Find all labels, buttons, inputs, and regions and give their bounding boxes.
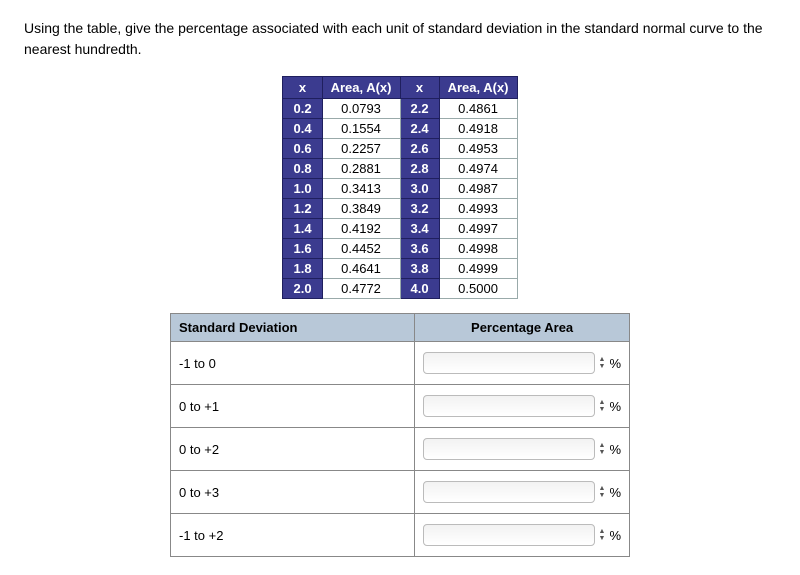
area-a1: 0.1554 — [322, 119, 400, 139]
area-a1: 0.3413 — [322, 179, 400, 199]
area-a1: 0.4772 — [322, 279, 400, 299]
area-x2: 2.6 — [400, 139, 439, 159]
area-x2: 2.2 — [400, 99, 439, 119]
sd-range-label: 0 to +1 — [171, 385, 415, 428]
area-table-row: 1.80.46413.80.4999 — [283, 259, 517, 279]
area-table-row: 2.00.47724.00.5000 — [283, 279, 517, 299]
area-x2: 3.6 — [400, 239, 439, 259]
area-table-row: 0.40.15542.40.4918 — [283, 119, 517, 139]
area-table-row: 1.20.38493.20.4993 — [283, 199, 517, 219]
stepper-icon[interactable]: ▲▼ — [599, 442, 606, 456]
area-a2: 0.4918 — [439, 119, 517, 139]
area-x1: 0.8 — [283, 159, 322, 179]
area-x1: 1.6 — [283, 239, 322, 259]
area-x2: 3.2 — [400, 199, 439, 219]
area-a2: 0.4997 — [439, 219, 517, 239]
area-lookup-table: x Area, A(x) x Area, A(x) 0.20.07932.20.… — [282, 76, 517, 299]
stepper-icon[interactable]: ▲▼ — [599, 485, 606, 499]
answer-row: -1 to +2 ▲▼% — [171, 514, 630, 557]
sd-range-label: 0 to +3 — [171, 471, 415, 514]
percentage-input[interactable] — [423, 352, 594, 374]
sd-range-label: -1 to 0 — [171, 342, 415, 385]
stepper-icon[interactable]: ▲▼ — [599, 528, 606, 542]
area-table-row: 0.80.28812.80.4974 — [283, 159, 517, 179]
percentage-input[interactable] — [423, 524, 594, 546]
area-x1: 1.0 — [283, 179, 322, 199]
area-a1: 0.4452 — [322, 239, 400, 259]
percentage-input[interactable] — [423, 481, 594, 503]
area-a1: 0.2881 — [322, 159, 400, 179]
area-table-header-a1: Area, A(x) — [322, 77, 400, 99]
area-a2: 0.4861 — [439, 99, 517, 119]
sd-range-label: 0 to +2 — [171, 428, 415, 471]
area-x1: 0.2 — [283, 99, 322, 119]
area-a2: 0.4993 — [439, 199, 517, 219]
percent-unit: % — [609, 442, 621, 457]
stepper-icon[interactable]: ▲▼ — [599, 399, 606, 413]
answer-table: Standard Deviation Percentage Area -1 to… — [170, 313, 630, 557]
percent-unit: % — [609, 528, 621, 543]
answer-row: -1 to 0 ▲▼% — [171, 342, 630, 385]
sd-range-label: -1 to +2 — [171, 514, 415, 557]
area-x2: 4.0 — [400, 279, 439, 299]
area-x2: 3.0 — [400, 179, 439, 199]
area-table-row: 0.20.07932.20.4861 — [283, 99, 517, 119]
answer-row: 0 to +1 ▲▼% — [171, 385, 630, 428]
area-x2: 3.4 — [400, 219, 439, 239]
area-table-header-a2: Area, A(x) — [439, 77, 517, 99]
area-a1: 0.3849 — [322, 199, 400, 219]
area-table-header-x1: x — [283, 77, 322, 99]
area-a2: 0.4999 — [439, 259, 517, 279]
area-table-row: 1.40.41923.40.4997 — [283, 219, 517, 239]
area-a2: 0.4987 — [439, 179, 517, 199]
area-table-row: 0.60.22572.60.4953 — [283, 139, 517, 159]
stepper-icon[interactable]: ▲▼ — [599, 356, 606, 370]
area-table-header-x2: x — [400, 77, 439, 99]
answer-row: 0 to +2 ▲▼% — [171, 428, 630, 471]
area-x1: 1.2 — [283, 199, 322, 219]
area-a2: 0.4998 — [439, 239, 517, 259]
area-a1: 0.4641 — [322, 259, 400, 279]
area-a1: 0.2257 — [322, 139, 400, 159]
area-a1: 0.4192 — [322, 219, 400, 239]
area-x1: 0.4 — [283, 119, 322, 139]
area-a2: 0.4953 — [439, 139, 517, 159]
area-a1: 0.0793 — [322, 99, 400, 119]
percent-unit: % — [609, 356, 621, 371]
area-a2: 0.5000 — [439, 279, 517, 299]
question-text: Using the table, give the percentage ass… — [24, 18, 776, 60]
area-x1: 0.6 — [283, 139, 322, 159]
percentage-input[interactable] — [423, 438, 594, 460]
area-x2: 2.4 — [400, 119, 439, 139]
percentage-input[interactable] — [423, 395, 594, 417]
answer-header-pa: Percentage Area — [415, 314, 630, 342]
area-a2: 0.4974 — [439, 159, 517, 179]
area-table-row: 1.60.44523.60.4998 — [283, 239, 517, 259]
percent-unit: % — [609, 399, 621, 414]
percent-unit: % — [609, 485, 621, 500]
area-x1: 1.4 — [283, 219, 322, 239]
area-x1: 2.0 — [283, 279, 322, 299]
answer-header-sd: Standard Deviation — [171, 314, 415, 342]
answer-row: 0 to +3 ▲▼% — [171, 471, 630, 514]
area-table-row: 1.00.34133.00.4987 — [283, 179, 517, 199]
area-x2: 2.8 — [400, 159, 439, 179]
area-x1: 1.8 — [283, 259, 322, 279]
area-x2: 3.8 — [400, 259, 439, 279]
